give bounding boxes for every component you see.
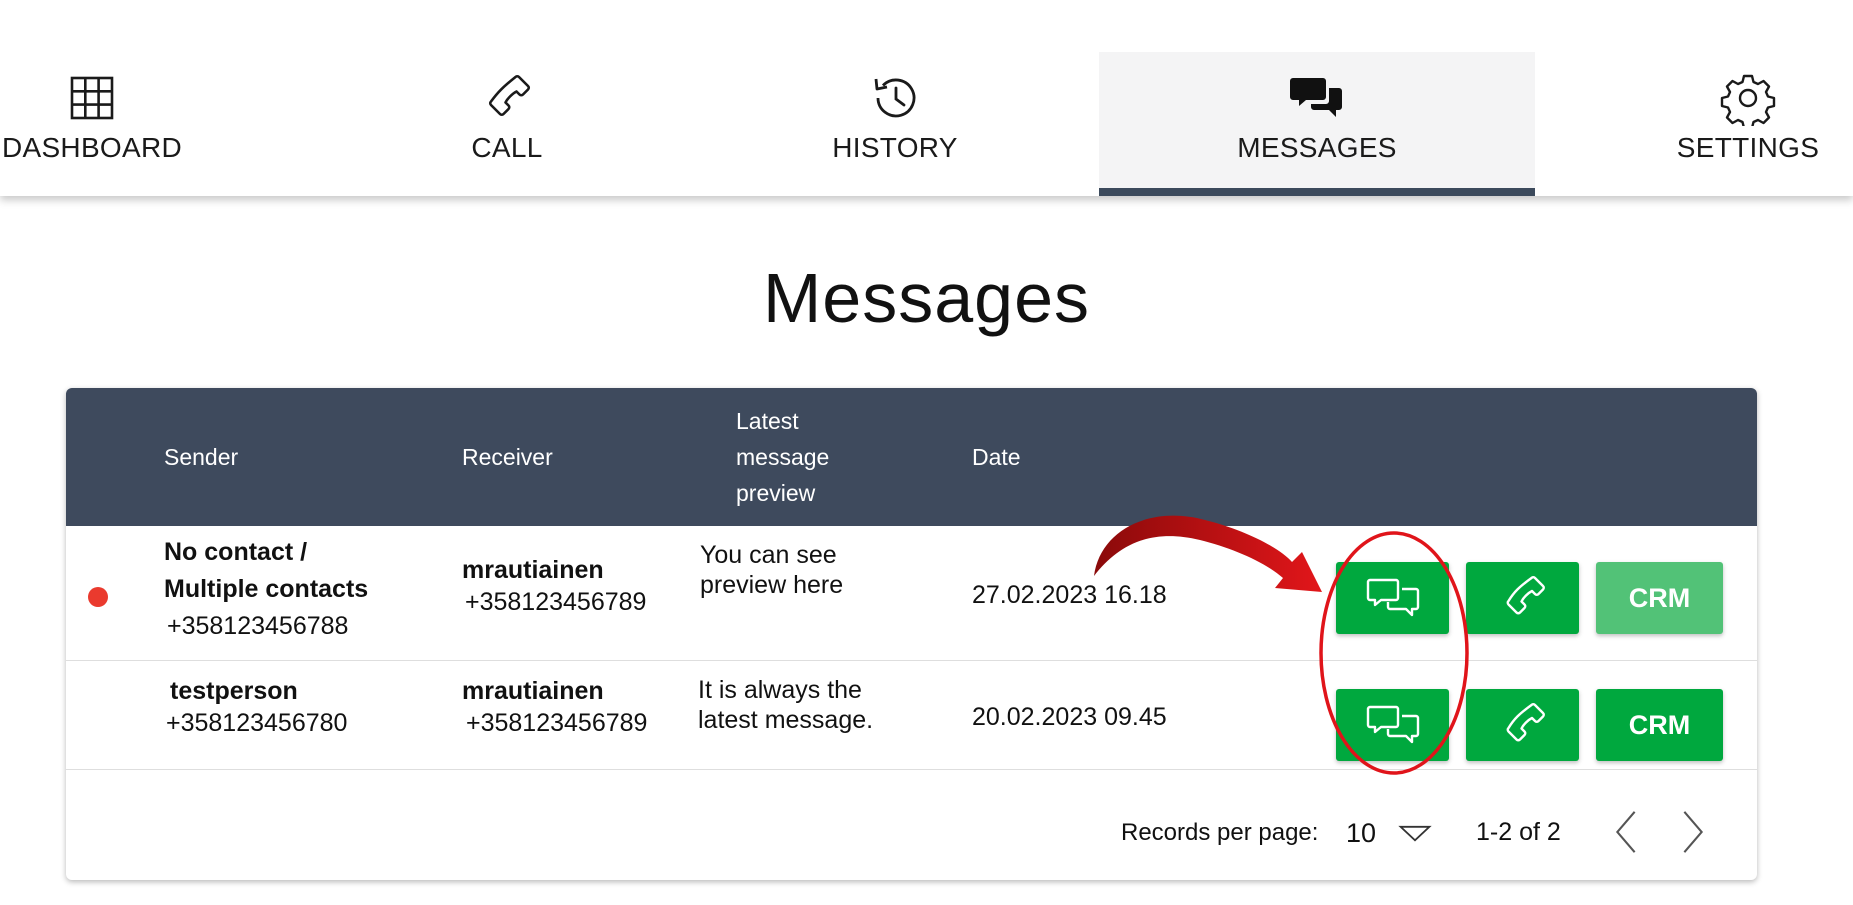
gear-icon <box>1720 74 1776 126</box>
crm-button[interactable]: CRM <box>1596 562 1723 634</box>
header-receiver[interactable]: Receiver <box>462 439 553 475</box>
receiver-cell: mrautiainen +358123456789 <box>462 675 647 739</box>
nav-label-settings: SETTINGS <box>1676 132 1820 163</box>
preview-cell: You can see preview here <box>700 540 843 600</box>
call-button[interactable] <box>1466 562 1579 634</box>
header-preview[interactable]: Latest message preview <box>736 403 829 511</box>
receiver-cell: mrautiainen +358123456789 <box>462 554 646 618</box>
nav-label-call: CALL <box>471 132 543 163</box>
records-per-page-label: Records per page: <box>1121 819 1319 846</box>
preview-line: latest message. <box>698 706 874 734</box>
header-sender[interactable]: Sender <box>164 439 238 475</box>
header-preview-line: Latest <box>736 408 799 434</box>
preview-line: You can see <box>700 541 837 569</box>
header-preview-line: preview <box>736 480 816 506</box>
sender-name: testperson <box>170 677 298 705</box>
history-icon <box>874 78 916 118</box>
date-cell: 20.02.2023 09.45 <box>972 703 1167 731</box>
unread-indicator <box>88 587 108 607</box>
open-conversation-button[interactable] <box>1336 562 1449 634</box>
phone-icon <box>1506 703 1545 742</box>
chevron-right-icon[interactable] <box>1678 808 1708 856</box>
top-navigation: DASHBOARD CALL HISTORY MESSAGES SETTINGS <box>0 0 1853 196</box>
open-conversation-button[interactable] <box>1336 689 1449 761</box>
receiver-phone: +358123456789 <box>465 588 647 616</box>
chat-bubbles-icon <box>1366 705 1419 744</box>
nav-label-history: HISTORY <box>832 132 958 163</box>
chat-bubbles-icon <box>1366 578 1419 617</box>
date-cell: 27.02.2023 16.18 <box>972 581 1167 609</box>
nav-tab-call[interactable]: CALL <box>426 52 588 196</box>
receiver-name: mrautiainen <box>462 677 604 705</box>
phone-icon <box>488 74 531 117</box>
pagination-range: 1-2 of 2 <box>1476 818 1561 846</box>
sender-phone: +358123456780 <box>166 709 348 737</box>
nav-tab-messages[interactable]: MESSAGES <box>1099 52 1535 196</box>
preview-line: preview here <box>700 571 844 599</box>
preview-line: It is always the <box>698 676 862 704</box>
header-date[interactable]: Date <box>972 439 1021 475</box>
pagination-bar: Records per page: 10 1-2 of 2 <box>66 781 1757 880</box>
grid-icon <box>70 76 114 120</box>
table-row[interactable]: No contact / Multiple contacts +35812345… <box>66 526 1757 661</box>
sender-cell: No contact / Multiple contacts +35812345… <box>164 534 368 645</box>
call-button[interactable] <box>1466 689 1579 761</box>
chevron-down-icon <box>1398 825 1432 842</box>
nav-tab-settings[interactable]: SETTINGS <box>1671 52 1825 196</box>
receiver-phone: +358123456789 <box>466 709 648 737</box>
crm-button[interactable]: CRM <box>1596 689 1723 761</box>
nav-label-dashboard: DASHBOARD <box>1 132 183 163</box>
receiver-name: mrautiainen <box>462 556 604 584</box>
records-per-page-value: 10 <box>1346 818 1377 848</box>
nav-tab-history[interactable]: HISTORY <box>820 52 970 196</box>
sender-cell: testperson +358123456780 <box>166 675 347 739</box>
sender-name: Multiple contacts <box>164 575 369 603</box>
chat-bubbles-icon <box>1290 78 1342 117</box>
sender-phone: +358123456788 <box>167 612 349 640</box>
table-row[interactable]: testperson +358123456780 mrautiainen +35… <box>66 661 1757 770</box>
messages-table: Sender Receiver Latest message preview D… <box>66 388 1757 880</box>
preview-cell: It is always the latest message. <box>698 675 873 735</box>
chevron-left-icon[interactable] <box>1611 808 1641 856</box>
phone-icon <box>1506 576 1545 615</box>
records-per-page-select[interactable]: 10 <box>1346 811 1446 851</box>
nav-label-messages: MESSAGES <box>1237 132 1397 163</box>
header-preview-line: message <box>736 444 830 470</box>
page-title: Messages <box>762 259 1091 337</box>
table-header: Sender Receiver Latest message preview D… <box>66 388 1757 526</box>
sender-name: No contact / <box>164 538 308 566</box>
nav-tab-dashboard[interactable]: DASHBOARD <box>0 52 184 196</box>
